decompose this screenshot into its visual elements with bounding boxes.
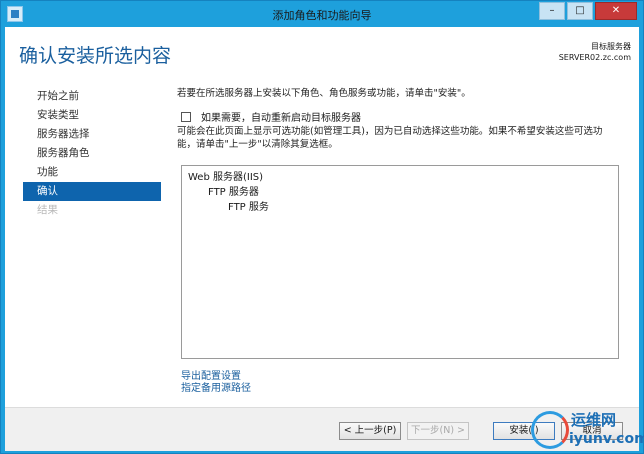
nav-item-server-roles[interactable]: 服务器角色 (23, 144, 161, 163)
maximize-button[interactable]: □ (567, 2, 593, 20)
next-button: 下一步(N) > (407, 422, 469, 440)
list-item: FTP 服务 (228, 202, 269, 213)
export-settings-link[interactable]: 导出配置设置 (181, 371, 251, 383)
watermark-domain: iyunv.com (569, 431, 644, 447)
page-title: 确认安装所选内容 (19, 45, 172, 67)
target-server-label: 目标服务器 (591, 42, 631, 51)
main-panel: 若要在所选服务器上安装以下角色、角色服务或功能，请单击"安装"。 如果需要，自动… (177, 85, 617, 150)
nav-item-confirmation[interactable]: 确认 (23, 182, 161, 201)
wizard-window: 添加角色和功能向导 – □ ✕ 确认安装所选内容 目标服务器 SERVER02.… (0, 0, 644, 454)
watermark: 运维网 iyunv.com (531, 405, 644, 453)
alternate-source-link[interactable]: 指定备用源路径 (181, 383, 251, 395)
nav-item-results: 结果 (37, 204, 58, 216)
previous-button[interactable]: < 上一步(P) (339, 422, 401, 440)
watermark-logo-icon (531, 411, 569, 449)
title-bar[interactable]: 添加角色和功能向导 – □ ✕ (1, 1, 643, 27)
restart-checkbox[interactable] (181, 111, 191, 122)
watermark-logo-text: 运维网 (571, 411, 617, 429)
restart-option[interactable]: 如果需要，自动重新启动目标服务器 (181, 109, 361, 124)
window-controls: – □ ✕ (539, 2, 637, 20)
restart-checkbox-label[interactable]: 如果需要，自动重新启动目标服务器 (201, 109, 361, 124)
optional-features-note: 可能会在此页面上显示可选功能(如管理工具)，因为已自动选择这些功能。如果不希望安… (177, 126, 603, 150)
nav-item-before-you-begin[interactable]: 开始之前 (23, 87, 161, 106)
nav-item-server-selection[interactable]: 服务器选择 (23, 125, 161, 144)
nav-item-features[interactable]: 功能 (23, 163, 161, 182)
selection-list[interactable]: Web 服务器(IIS) FTP 服务器 FTP 服务 (181, 165, 619, 359)
wizard-content: 确认安装所选内容 目标服务器 SERVER02.zc.com 开始之前 安装类型… (5, 27, 639, 451)
wizard-nav: 开始之前 安装类型 服务器选择 服务器角色 功能 确认 结果 (23, 87, 161, 220)
intro-text: 若要在所选服务器上安装以下角色、角色服务或功能，请单击"安装"。 (177, 88, 471, 99)
minimize-button[interactable]: – (539, 2, 565, 20)
nav-item-installation-type[interactable]: 安装类型 (23, 106, 161, 125)
links-area: 导出配置设置 指定备用源路径 (181, 371, 251, 395)
list-item: Web 服务器(IIS) (188, 172, 264, 183)
close-button[interactable]: ✕ (595, 2, 637, 20)
target-server-name: SERVER02.zc.com (558, 53, 631, 62)
list-item: FTP 服务器 (208, 187, 259, 198)
